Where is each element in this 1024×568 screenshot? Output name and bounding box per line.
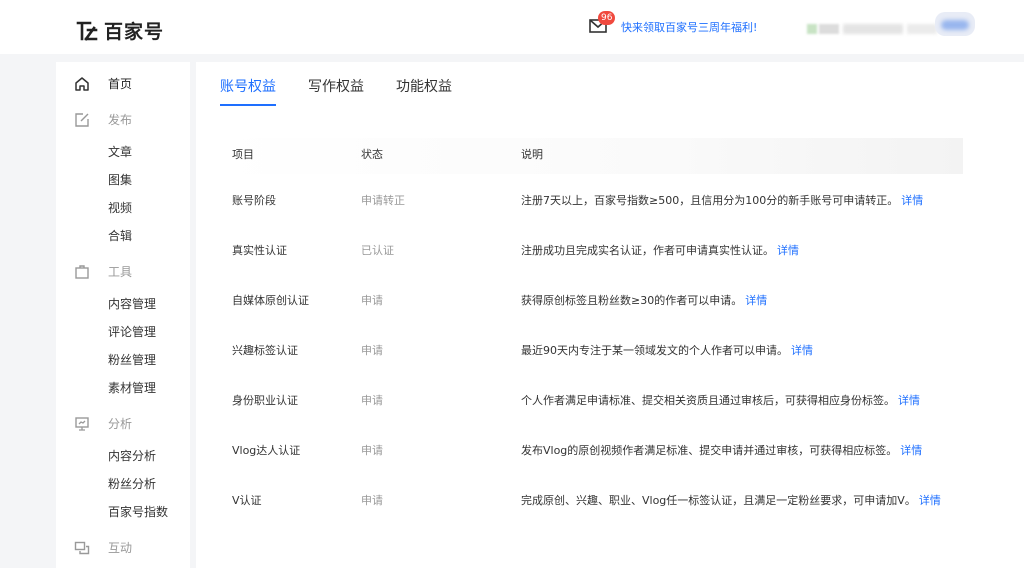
sidebar-item-material-management[interactable]: 素材管理 [108,380,156,396]
logo-icon [76,21,98,41]
sidebar-section-label: 发布 [108,113,133,127]
message-count-badge: 96 [598,11,616,25]
row-item-name: Vlog达人认证 [232,444,301,457]
detail-link[interactable]: 详情 [777,244,799,257]
username-blurred[interactable] [807,24,947,34]
row-description-text: 完成原创、兴趣、职业、Vlog任一标签认证，且满足一定粉丝要求，可申请加V。 [521,494,916,507]
row-item-name: 自媒体原创认证 [232,294,309,307]
row-item-name: 真实性认证 [232,244,287,257]
row-status[interactable]: 申请 [361,392,383,408]
row-description-text: 获得原创标签且粉丝数≥30的作者可以申请。 [521,294,743,307]
row-status[interactable]: 申请 [361,342,383,358]
sidebar-item-fan-management[interactable]: 粉丝管理 [108,352,156,368]
table-row: Vlog达人认证 申请 发布Vlog的原创视频作者满足标准、提交申请并通过审核，… [220,442,963,458]
detail-link[interactable]: 详情 [900,444,922,457]
row-status[interactable]: 申请 [361,442,383,458]
chat-icon [74,541,90,555]
tab-feature-rights[interactable]: 功能权益 [396,76,452,106]
row-description-text: 注册7天以上，百家号指数≥500，且信用分为100分的新手账号可申请转正。 [521,194,899,207]
table-header: 项目 状态 说明 [220,138,963,174]
column-header-description: 说明 [521,148,543,161]
table-row: 真实性认证 已认证 注册成功且完成实名认证，作者可申请真实性认证。 详情 [220,242,963,258]
table-row: 账号阶段 申请转正 注册7天以上，百家号指数≥500，且信用分为100分的新手账… [220,192,963,208]
analytics-icon [75,417,89,431]
table-row: 自媒体原创认证 申请 获得原创标签且粉丝数≥30的作者可以申请。 详情 [220,292,963,308]
detail-link[interactable]: 详情 [791,344,813,357]
sidebar-item-collection[interactable]: 合辑 [108,228,132,244]
sidebar-section-label: 工具 [108,265,133,279]
baijiahao-logo[interactable]: 百家号 [76,17,164,44]
row-status[interactable]: 申请 [361,292,383,308]
sidebar-item-content-management[interactable]: 内容管理 [108,296,156,312]
row-description: 获得原创标签且粉丝数≥30的作者可以申请。 详情 [521,292,767,308]
sidebar-item-baijiahao-index[interactable]: 百家号指数 [108,504,168,520]
row-description: 最近90天内专注于某一领域发文的个人作者可以申请。 详情 [521,342,813,358]
logo-text: 百家号 [104,21,165,43]
table-row: 兴趣标签认证 申请 最近90天内专注于某一领域发文的个人作者可以申请。 详情 [220,342,963,358]
sidebar-item-content-analysis[interactable]: 内容分析 [108,448,156,464]
table-row: V认证 申请 完成原创、兴趣、职业、Vlog任一标签认证，且满足一定粉丝要求，可… [220,492,963,508]
table-row: 身份职业认证 申请 个人作者满足申请标准、提交相关资质且通过审核后，可获得相应身… [220,392,963,408]
row-description-text: 发布Vlog的原创视频作者满足标准、提交申请并通过审核，可获得相应标签。 [521,444,898,457]
row-description: 完成原创、兴趣、职业、Vlog任一标签认证，且满足一定粉丝要求，可申请加V。 详情 [521,492,941,508]
sidebar-section-label: 分析 [108,417,133,431]
detail-link[interactable]: 详情 [898,394,920,407]
sidebar-item-article[interactable]: 文章 [108,144,132,160]
column-header-status: 状态 [361,148,383,161]
column-header-item: 项目 [232,148,254,161]
row-description: 发布Vlog的原创视频作者满足标准、提交申请并通过审核，可获得相应标签。 详情 [521,442,922,458]
sidebar-section-label: 互动 [108,541,133,555]
row-status[interactable]: 申请转正 [361,192,405,208]
tab-account-rights[interactable]: 账号权益 [220,76,276,106]
row-description-text: 个人作者满足申请标准、提交相关资质且通过审核后，可获得相应身份标签。 [521,394,895,407]
row-item-name: 账号阶段 [232,194,276,207]
toolbox-icon [75,265,89,279]
anniversary-promo-link[interactable]: 快来领取百家号三周年福利! [621,19,757,35]
sidebar-item-video[interactable]: 视频 [108,200,132,216]
row-status[interactable]: 申请 [361,492,383,508]
row-item-name: V认证 [232,494,262,507]
sidebar-item-comment-management[interactable]: 评论管理 [108,324,156,340]
detail-link[interactable]: 详情 [919,494,941,507]
sidebar: 首页 发布 文章 图集 视频 合辑 工具 内容管理 评论管理 粉丝管理 素材管理… [56,62,190,568]
row-item-name: 身份职业认证 [232,394,298,407]
sidebar-item-fan-analysis[interactable]: 粉丝分析 [108,476,156,492]
main-content: 账号权益 写作权益 功能权益 项目 状态 说明 账号阶段 申请转正 注册7天以上… [196,62,1024,568]
row-description: 个人作者满足申请标准、提交相关资质且通过审核后，可获得相应身份标签。 详情 [521,392,920,408]
edit-icon [75,113,89,127]
row-status: 已认证 [361,244,394,257]
detail-link[interactable]: 详情 [901,194,923,207]
row-description-text: 注册成功且完成实名认证，作者可申请真实性认证。 [521,244,774,257]
row-description: 注册7天以上，百家号指数≥500，且信用分为100分的新手账号可申请转正。 详情 [521,192,923,208]
home-icon [75,77,89,91]
tab-writing-rights[interactable]: 写作权益 [308,76,364,106]
detail-link[interactable]: 详情 [745,294,767,307]
sidebar-item-label: 首页 [108,77,133,91]
rights-tabs: 账号权益 写作权益 功能权益 [220,76,484,106]
top-header: 百家号 96 快来领取百家号三周年福利! [0,0,1024,54]
row-description: 注册成功且完成实名认证，作者可申请真实性认证。 详情 [521,242,799,258]
row-item-name: 兴趣标签认证 [232,344,298,357]
sidebar-item-gallery[interactable]: 图集 [108,172,132,188]
avatar[interactable] [935,12,975,36]
row-description-text: 最近90天内专注于某一领域发文的个人作者可以申请。 [521,344,788,357]
